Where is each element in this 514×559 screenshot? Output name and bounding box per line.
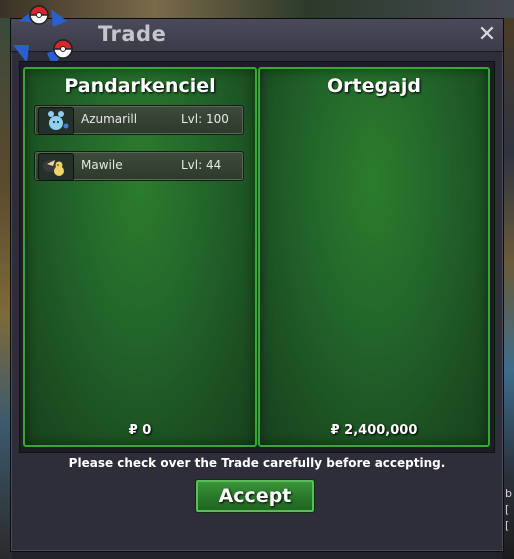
- trade-panels: Pandarkenciel Azumarill Lvl: 100 Mawile …: [19, 61, 495, 453]
- pokemon-slot[interactable]: Azumarill Lvl: 100: [34, 105, 244, 135]
- background-text: b [ [: [505, 487, 512, 532]
- trade-window: Trade ✕ Pandarkenciel Azumarill Lvl: 100…: [10, 5, 504, 552]
- close-icon: ✕: [477, 22, 497, 47]
- window-title: Trade: [98, 22, 167, 46]
- trader-name: Pandarkenciel: [64, 75, 216, 97]
- mawile-sprite-icon: [38, 153, 74, 181]
- trader-name: Ortegajd: [326, 75, 422, 97]
- trader-panel-right: Ortegajd ₽ 2,400,000: [258, 67, 490, 447]
- azumarill-sprite-icon: [38, 107, 74, 135]
- money-offer: ₽ 2,400,000: [330, 423, 418, 438]
- pokemon-slot[interactable]: Mawile Lvl: 44: [34, 151, 244, 181]
- pokemon-level: Lvl: 100: [181, 112, 229, 126]
- pokemon-name: Mawile: [81, 158, 123, 172]
- trader-panel-left: Pandarkenciel Azumarill Lvl: 100 Mawile …: [23, 67, 257, 447]
- trade-warning-text: Please check over the Trade carefully be…: [68, 456, 446, 470]
- money-offer: ₽ 0: [128, 423, 152, 438]
- accept-button[interactable]: Accept: [195, 479, 315, 513]
- pokemon-level: Lvl: 44: [181, 158, 222, 172]
- close-button[interactable]: ✕: [475, 23, 499, 47]
- pokemon-name: Azumarill: [81, 112, 138, 126]
